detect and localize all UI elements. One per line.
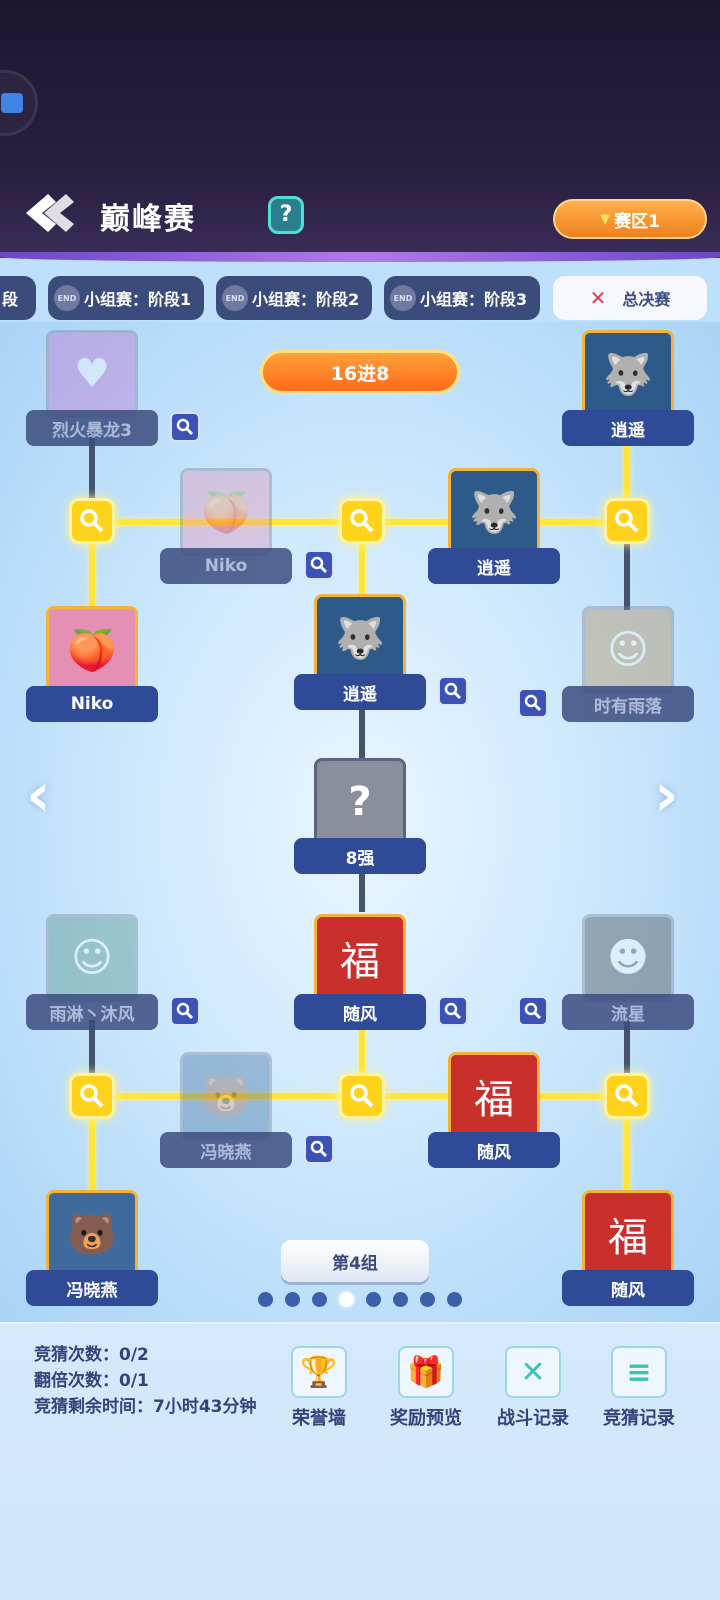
search-icon[interactable]: [438, 676, 468, 706]
trophy-icon: 🏆: [291, 1346, 347, 1398]
page-dot[interactable]: [393, 1292, 408, 1307]
document-icon: ≡: [611, 1346, 667, 1398]
search-icon[interactable]: [170, 996, 200, 1026]
region-label: 赛区1: [614, 211, 660, 232]
player-name: 烈火暴龙3: [26, 410, 158, 446]
page-dot-active[interactable]: [339, 1292, 354, 1307]
mask-avatar-icon: ☻: [582, 914, 674, 1002]
bracket-line: [359, 706, 365, 758]
player-name: 流星: [562, 994, 694, 1030]
player-name: 随风: [562, 1270, 694, 1306]
reward-preview-button[interactable]: 🎁 奖励预览: [377, 1346, 475, 1430]
gift-icon: 🎁: [398, 1346, 454, 1398]
tab-label: 段: [2, 290, 19, 309]
region-selector[interactable]: ▼ 赛区1: [553, 199, 707, 239]
player-name: 冯晓燕: [26, 1270, 158, 1306]
match-search-icon[interactable]: [339, 498, 385, 544]
question-mark-icon: ?: [314, 758, 406, 846]
peach-avatar-icon: 🍑: [180, 468, 272, 556]
prev-group-arrow[interactable]: ‹: [26, 765, 66, 825]
match-search-icon[interactable]: [69, 498, 115, 544]
page-dot[interactable]: [312, 1292, 327, 1307]
match-search-icon[interactable]: [69, 1073, 115, 1119]
back-arrow-icon: [26, 194, 74, 232]
page-dot[interactable]: [447, 1292, 462, 1307]
match-search-icon[interactable]: [604, 1073, 650, 1119]
fortune-god-avatar-icon: 福: [314, 914, 406, 1002]
player-name: 逍遥: [562, 410, 694, 446]
guess-record-button[interactable]: ≡ 竞猜记录: [590, 1346, 688, 1430]
tab-finals[interactable]: ✕ 总决赛: [553, 276, 707, 320]
round-label: 16进8: [260, 350, 460, 394]
fortune-god-avatar-icon: 福: [448, 1052, 540, 1140]
crossed-swords-icon: ✕: [505, 1346, 561, 1398]
search-icon[interactable]: [518, 996, 548, 1026]
fortune-god-avatar-icon: 福: [582, 1190, 674, 1278]
page-title: 巅峰赛: [100, 202, 196, 237]
heart-avatar-icon: ♥: [46, 330, 138, 418]
page-dot[interactable]: [258, 1292, 273, 1307]
tab-label: 小组赛：阶段1: [84, 290, 192, 309]
honor-wall-button[interactable]: 🏆 荣誉墙: [270, 1346, 368, 1430]
match-search-icon[interactable]: [339, 1073, 385, 1119]
help-button[interactable]: ?: [268, 196, 304, 234]
search-icon[interactable]: [438, 996, 468, 1026]
stage-tabs: 段 END 小组赛：阶段1 END 小组赛：阶段2 END 小组赛：阶段3 ✕ …: [0, 276, 720, 322]
page-dot[interactable]: [366, 1292, 381, 1307]
player-name: 逍遥: [428, 548, 560, 584]
group-label-button[interactable]: 第4组: [281, 1240, 429, 1282]
center-label: 8强: [294, 838, 426, 874]
player-name: 冯晓燕: [160, 1132, 292, 1168]
player-name: Niko: [160, 548, 292, 584]
action-label: 竞猜记录: [603, 1408, 675, 1429]
page-dot[interactable]: [420, 1292, 435, 1307]
end-badge: END: [390, 285, 416, 311]
search-icon[interactable]: [304, 550, 334, 580]
action-label: 荣誉墙: [292, 1408, 346, 1429]
tab-group-stage-1[interactable]: END 小组赛：阶段1: [48, 276, 204, 320]
battle-record-button[interactable]: ✕ 战斗记录: [484, 1346, 582, 1430]
double-count: 翻倍次数：0/1: [34, 1371, 149, 1391]
end-badge: END: [54, 285, 80, 311]
wolf-avatar-icon: 🐺: [448, 468, 540, 556]
green-hair-avatar-icon: ☺: [46, 914, 138, 1002]
tab-label: 总决赛: [622, 290, 671, 309]
action-label: 奖励预览: [390, 1408, 462, 1429]
crossed-swords-icon: ✕: [589, 286, 607, 310]
match-search-icon[interactable]: [604, 498, 650, 544]
search-icon[interactable]: [518, 688, 548, 718]
player-name: Niko: [26, 686, 158, 722]
guess-count: 竞猜次数：0/2: [34, 1345, 149, 1365]
player-name: 雨淋丶沐风: [26, 994, 158, 1030]
next-group-arrow[interactable]: ›: [654, 765, 694, 825]
player-name: 逍遥: [294, 674, 426, 710]
player-name: 时有雨落: [562, 686, 694, 722]
blonde-avatar-icon: ☺: [582, 606, 674, 694]
remaining-time: 竞猜剩余时间：7小时43分钟: [34, 1397, 257, 1417]
chat-icon: [1, 93, 23, 113]
peach-avatar-icon: 🍑: [46, 606, 138, 694]
player-name: 随风: [294, 994, 426, 1030]
bear-avatar-icon: 🐻: [46, 1190, 138, 1278]
bear-avatar-icon: 🐻: [180, 1052, 272, 1140]
wolf-avatar-icon: 🐺: [582, 330, 674, 418]
page-dot[interactable]: [285, 1292, 300, 1307]
page-indicator: [258, 1292, 462, 1310]
tab-label: 小组赛：阶段2: [252, 290, 360, 309]
tab-group-stage-2[interactable]: END 小组赛：阶段2: [216, 276, 372, 320]
bracket-line: [359, 868, 365, 912]
tab-group-stage-3[interactable]: END 小组赛：阶段3: [384, 276, 540, 320]
back-button[interactable]: [18, 190, 78, 236]
search-icon[interactable]: [304, 1134, 334, 1164]
tab-stage-prev[interactable]: 段: [0, 276, 36, 320]
search-icon[interactable]: [170, 412, 200, 442]
player-name: 随风: [428, 1132, 560, 1168]
tab-label: 小组赛：阶段3: [420, 290, 528, 309]
wolf-avatar-icon: 🐺: [314, 594, 406, 682]
dropdown-triangle-icon: ▼: [600, 211, 611, 227]
end-badge: END: [222, 285, 248, 311]
action-label: 战斗记录: [497, 1408, 569, 1429]
